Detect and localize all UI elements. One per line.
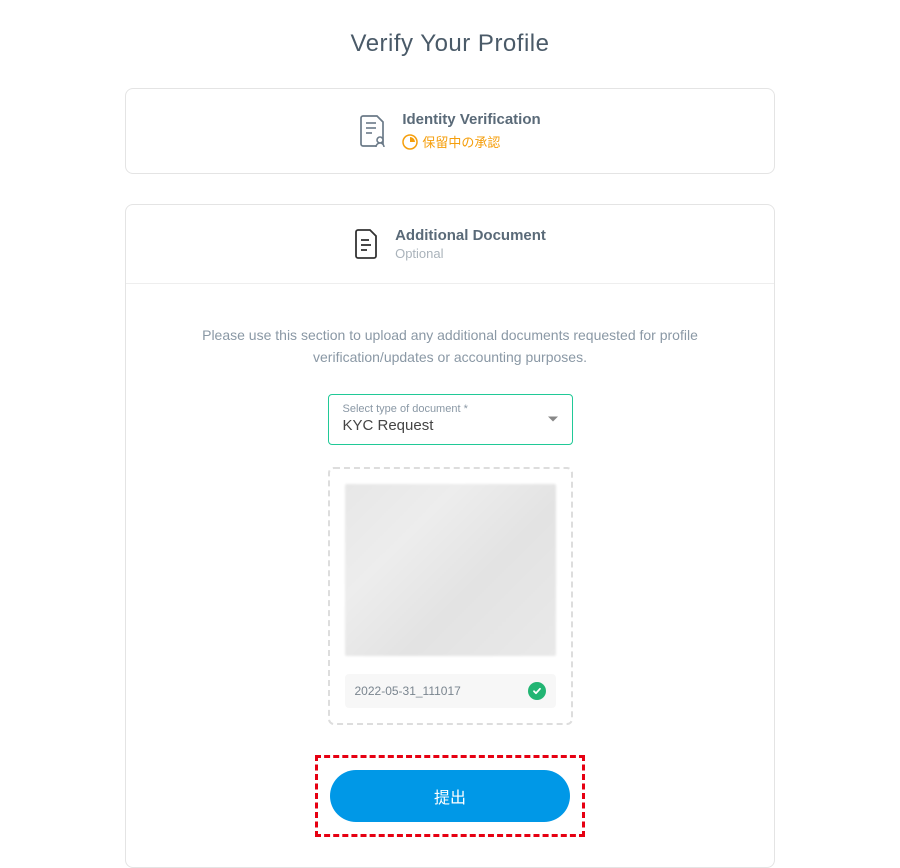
pending-icon xyxy=(402,134,418,150)
additional-document-card: Additional Document Optional Please use … xyxy=(125,204,775,868)
document-icon xyxy=(354,228,380,260)
doc-card-subtitle: Optional xyxy=(395,246,546,261)
uploaded-file-row: 2022-05-31_111017 xyxy=(345,674,556,708)
identity-document-icon xyxy=(359,114,387,148)
upload-dropzone[interactable]: 2022-05-31_111017 xyxy=(328,467,573,725)
chevron-down-icon xyxy=(548,417,558,422)
uploaded-thumbnail xyxy=(345,484,556,656)
doc-card-title: Additional Document xyxy=(395,227,546,244)
identity-status: 保留中の承認 xyxy=(402,132,540,151)
select-label: Select type of document * xyxy=(343,403,558,415)
identity-card-title: Identity Verification xyxy=(402,111,540,128)
doc-card-text: Additional Document Optional xyxy=(395,227,546,261)
identity-card-text: Identity Verification 保留中の承認 xyxy=(402,111,540,151)
submit-button[interactable]: 提出 xyxy=(330,770,570,822)
doc-card-header: Additional Document Optional xyxy=(126,205,774,283)
document-type-select[interactable]: Select type of document * KYC Request xyxy=(328,394,573,445)
uploaded-file-name: 2022-05-31_111017 xyxy=(355,684,461,698)
doc-card-body: Please use this section to upload any ad… xyxy=(126,283,774,867)
upload-instruction: Please use this section to upload any ad… xyxy=(186,324,714,369)
checkmark-icon xyxy=(528,682,546,700)
identity-verification-card: Identity Verification 保留中の承認 xyxy=(125,88,775,174)
page-title: Verify Your Profile xyxy=(0,30,900,58)
identity-status-text: 保留中の承認 xyxy=(422,132,500,151)
submit-highlight-frame: 提出 xyxy=(315,755,585,837)
card-header: Identity Verification 保留中の承認 xyxy=(126,89,774,173)
select-value: KYC Request xyxy=(343,417,558,434)
